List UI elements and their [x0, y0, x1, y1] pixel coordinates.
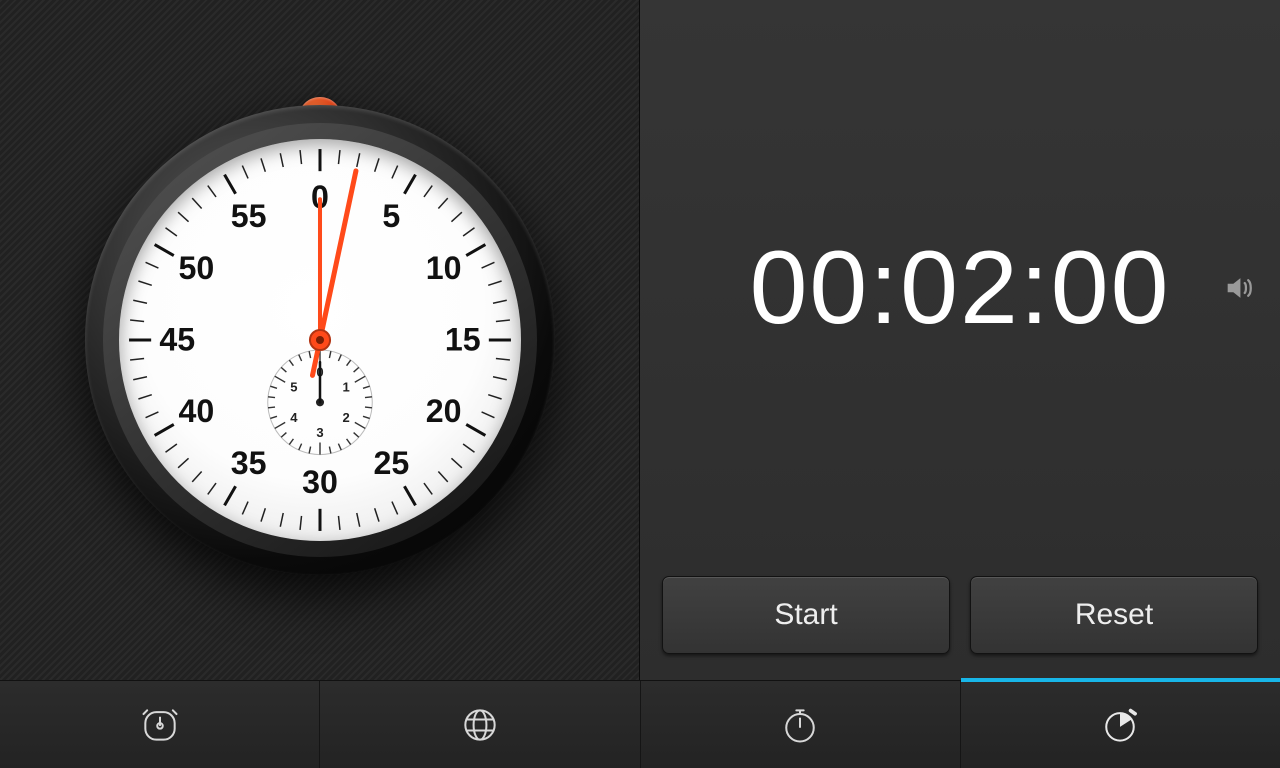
- svg-text:5: 5: [290, 380, 297, 395]
- clock-app: 0510152025303540455055 012345: [0, 0, 1280, 768]
- svg-text:25: 25: [373, 445, 409, 481]
- stopwatch-dial[interactable]: 0510152025303540455055 012345: [85, 105, 555, 575]
- svg-text:55: 55: [230, 198, 266, 234]
- time-display-area: 00:02:00: [640, 0, 1280, 576]
- tab-bar: [0, 680, 1280, 768]
- tab-stopwatch[interactable]: [641, 681, 961, 768]
- svg-text:2: 2: [342, 410, 349, 425]
- time-display[interactable]: 00:02:00: [750, 229, 1171, 348]
- svg-text:20: 20: [425, 393, 461, 429]
- timer-icon: [1098, 703, 1142, 747]
- svg-text:3: 3: [316, 425, 323, 440]
- globe-icon: [458, 703, 502, 747]
- speaker-icon[interactable]: [1222, 271, 1256, 305]
- stopwatch-icon: [778, 703, 822, 747]
- dial-panel: 0510152025303540455055 012345: [0, 0, 640, 680]
- svg-text:4: 4: [290, 410, 298, 425]
- content-area: 0510152025303540455055 012345: [0, 0, 1280, 680]
- start-button[interactable]: Start: [662, 576, 950, 654]
- svg-text:40: 40: [178, 393, 214, 429]
- tab-alarm[interactable]: [0, 681, 320, 768]
- svg-text:35: 35: [230, 445, 266, 481]
- svg-text:10: 10: [425, 250, 461, 286]
- svg-text:50: 50: [178, 250, 214, 286]
- tab-world-clock[interactable]: [320, 681, 640, 768]
- alarm-clock-icon: [138, 703, 182, 747]
- dial-svg: 0510152025303540455055 012345: [119, 139, 521, 541]
- svg-text:1: 1: [342, 380, 349, 395]
- svg-text:15: 15: [444, 322, 480, 358]
- button-row: Start Reset: [640, 576, 1280, 680]
- dial-face: 0510152025303540455055 012345: [119, 139, 521, 541]
- svg-text:30: 30: [302, 464, 338, 500]
- timer-panel: 00:02:00 Start Reset: [640, 0, 1280, 680]
- svg-text:45: 45: [159, 322, 195, 358]
- reset-button[interactable]: Reset: [970, 576, 1258, 654]
- svg-text:5: 5: [382, 198, 400, 234]
- tab-timer[interactable]: [961, 681, 1280, 768]
